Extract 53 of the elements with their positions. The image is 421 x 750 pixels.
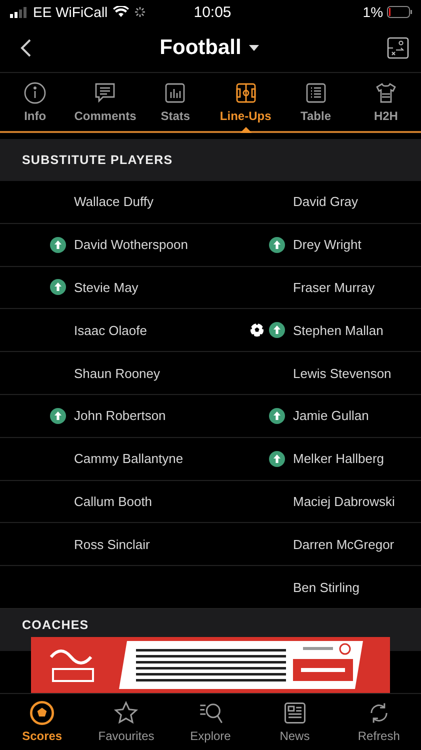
star-icon — [113, 700, 140, 726]
player-name: Lewis Stevenson — [293, 366, 392, 381]
nav-tab[interactable]: News — [252, 694, 337, 750]
player-name: Stephen Mallan — [293, 322, 384, 338]
player-name: David Gray — [293, 194, 360, 210]
player-name: Melker Hallberg — [293, 451, 386, 466]
football-icon — [29, 700, 56, 726]
player-name: Drey Wright — [293, 237, 362, 252]
shirt-icon — [374, 81, 398, 105]
player-name: David Wotherspoon — [74, 237, 189, 252]
info-icon — [23, 81, 48, 105]
section-title: SUBSTITUTE PLAYERS — [22, 154, 173, 166]
player-name: Darren McGregor — [293, 536, 396, 552]
nav-tab[interactable]: Favourites — [84, 694, 168, 750]
selected-tab-indicator — [240, 127, 252, 133]
player-name: Shaun Rooney — [74, 366, 162, 381]
loading-spinner-icon — [134, 6, 146, 18]
bar-chart-icon — [163, 81, 188, 105]
player-name: Ben Stirling — [293, 580, 360, 595]
battery-icon — [387, 6, 414, 18]
back-icon[interactable] — [20, 38, 32, 58]
player-name: Ross Sinclair — [74, 536, 151, 552]
newspaper-icon — [282, 700, 308, 726]
tab[interactable]: Stats — [140, 73, 211, 131]
player-name: John Robertson — [74, 408, 167, 424]
pitch-icon — [234, 81, 258, 105]
tab[interactable]: Info — [0, 73, 70, 131]
clock-time: 10:05 — [192, 4, 232, 20]
dropdown-caret-icon[interactable] — [249, 45, 260, 51]
player-name: Fraser Murray — [293, 280, 376, 295]
wifi-icon — [112, 6, 129, 18]
nav-tab[interactable]: Explore — [168, 694, 253, 750]
signal-icon — [10, 6, 28, 18]
player-name: Stevie May — [74, 280, 140, 295]
speech-bubble-icon — [93, 81, 118, 105]
tactics-board-icon[interactable] — [387, 37, 409, 59]
player-name: Jamie Gullan — [293, 408, 370, 424]
nav-tab[interactable]: Scores — [0, 694, 84, 750]
nav-tab[interactable]: Refresh — [336, 694, 421, 750]
tab[interactable]: Line-Ups — [210, 73, 281, 131]
page-title: Football — [160, 36, 242, 60]
player-name: Maciej Dabrowski — [293, 494, 396, 509]
tab[interactable]: Table — [280, 73, 351, 131]
section-title: COACHES — [22, 618, 89, 632]
player-name: Cammy Ballantyne — [74, 451, 184, 466]
battery-percentage: 1% — [362, 4, 384, 20]
player-name: Isaac Olaofe — [74, 322, 148, 338]
player-name: Callum Booth — [74, 494, 154, 509]
carrier-name: EE WiFiCall — [33, 4, 108, 20]
tab[interactable]: H2H — [350, 73, 421, 131]
player-name: Wallace Duffy — [74, 194, 154, 210]
list-icon — [304, 81, 328, 105]
tab[interactable]: Comments — [70, 73, 140, 131]
